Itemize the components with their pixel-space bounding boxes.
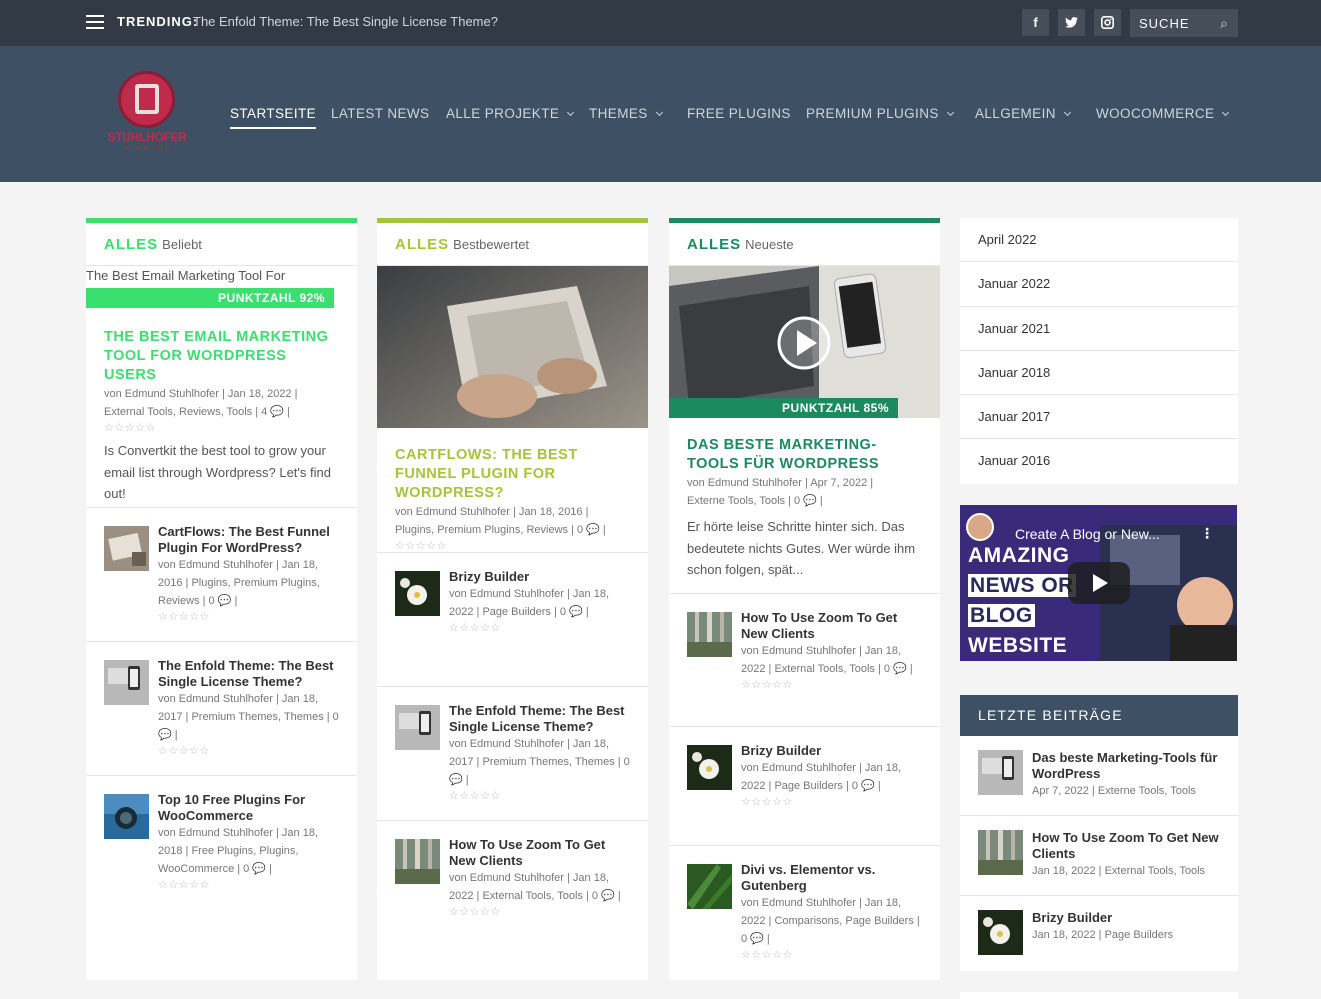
posts-column-top-rated: ALLES Bestbewertet CARTFLOWS: THE BEST FU… [377,218,648,980]
list-item[interactable]: Das beste Marketing-Tools für WordPress A… [960,736,1238,816]
twitter-icon[interactable] [1058,9,1085,36]
site-logo[interactable]: STUHLHOFER WEBDESIGN [100,71,194,157]
post-thumbnail[interactable] [104,794,149,839]
post-meta: Externe Tools, Tools | 0 💬 | [687,495,823,507]
archive-link[interactable]: Januar 2017 [960,395,1238,440]
post-thumbnail[interactable] [978,750,1023,795]
recent-posts-widget: LETZTE BEITRÄGE Das beste Marketing-Tool… [960,695,1238,971]
archive-link[interactable]: Januar 2016 [960,439,1238,483]
trending-label: TRENDING: [117,14,199,29]
chevron-down-icon [1063,108,1071,117]
list-item[interactable]: Divi vs. Elementor vs. Gutenberg von Edmu… [669,845,940,979]
menu-icon[interactable] [86,15,104,30]
post-meta: von Edmund Stuhlhofer | Jan 18, 2022 | [104,388,298,400]
post-meta: Plugins, Premium Plugins, Reviews | 0 💬 … [395,524,606,536]
nav-free-plugins[interactable]: FREE PLUGINS [687,106,791,121]
post-meta: External Tools, Reviews, Tools | 4 💬 | [104,406,290,418]
trending-link[interactable]: The Enfold Theme: The Best Single Licens… [193,14,498,29]
column-header: ALLES Beliebt [86,223,357,266]
facebook-icon[interactable]: f [1022,9,1049,36]
archive-link[interactable]: Januar 2022 [960,262,1238,307]
search-icon[interactable]: ⌕ [1220,15,1229,32]
list-item[interactable]: Top 10 Free Plugins For WooCommerce von E… [86,775,357,909]
score-badge: PUNKTZAHL 85% [669,398,898,418]
instagram-icon[interactable] [1094,9,1121,36]
score-badge: PUNKTZAHL 92% [86,288,334,308]
chevron-down-icon [1222,108,1230,117]
featured-post-title[interactable]: CARTFLOWS: THE BEST FUNNEL PLUGIN FOR WO… [395,446,630,503]
list-item[interactable]: Brizy Builder von Edmund Stuhlhofer | Jan… [377,552,648,686]
list-item[interactable]: CartFlows: The Best Funnel Plugin For Wo… [86,507,357,641]
featured-post-title[interactable]: THE BEST EMAIL MARKETING TOOL FOR WORDPR… [104,328,339,385]
post-meta: von Edmund Stuhlhofer | Apr 7, 2022 | [687,477,874,489]
nav-allgemein[interactable]: ALLGEMEIN [975,106,1071,121]
post-thumbnail[interactable] [978,830,1023,875]
post-meta: von Edmund Stuhlhofer | Jan 18, 2016 | [395,506,589,518]
archive-link[interactable]: Januar 2021 [960,307,1238,351]
post-thumbnail[interactable] [687,745,732,790]
post-excerpt: Er hörte leise Schritte hinter sich. Das… [687,519,916,577]
archive-link[interactable]: Januar 2018 [960,351,1238,396]
more-icon[interactable]: ⋮ [1200,525,1214,542]
list-item[interactable]: Brizy Builder Jan 18, 2022 | Page Builder… [960,896,1238,976]
nav-alle-projekte[interactable]: ALLE PROJEKTE [446,106,575,121]
rating-stars: ☆☆☆☆☆ [395,540,447,552]
chevron-down-icon [655,108,663,117]
list-item[interactable]: How To Use Zoom To Get New Clients von Ed… [669,593,940,726]
top-bar: TRENDING: The Enfold Theme: The Best Sin… [0,0,1321,46]
nav-themes[interactable]: THEMES [589,106,663,121]
list-item[interactable]: Brizy Builder von Edmund Stuhlhofer | Jan… [669,726,940,845]
site-header: STUHLHOFER WEBDESIGN STARTSEITE LATEST N… [0,46,1321,182]
post-thumbnail[interactable] [395,839,440,884]
video-embed[interactable]: Create A Blog or New... ⋮ AMAZING NEWS O… [960,505,1237,661]
play-icon[interactable] [1068,562,1130,604]
rating-stars: ☆☆☆☆☆ [104,422,156,434]
search-input[interactable]: SUCHE ⌕ [1130,9,1238,37]
nav-startseite[interactable]: STARTSEITE [230,106,317,129]
video-title[interactable]: Create A Blog or New... [1015,526,1160,542]
list-item[interactable]: How To Use Zoom To Get New Clients von Ed… [377,820,648,954]
archives-widget: April 2022 Januar 2022 Januar 2021 Janua… [960,218,1238,484]
post-thumbnail[interactable] [687,864,732,909]
column-header: ALLES Neueste [669,223,940,266]
widget-title: LETZTE BEITRÄGE [960,695,1238,736]
featured-image[interactable]: PUNKTZAHL 85% [669,266,940,418]
post-thumbnail[interactable] [395,705,440,750]
chevron-down-icon [946,108,954,117]
archive-link[interactable]: April 2022 [960,218,1238,263]
nav-premium-plugins[interactable]: PREMIUM PLUGINS [806,106,954,121]
featured-image[interactable] [377,266,648,428]
logo-mark [118,71,175,128]
post-thumbnail[interactable] [978,910,1023,955]
list-item[interactable]: How To Use Zoom To Get New Clients Jan 18… [960,816,1238,896]
column-header: ALLES Bestbewertet [377,223,648,266]
nav-latest-news[interactable]: LATEST NEWS [331,106,429,121]
post-thumbnail[interactable] [104,660,149,705]
post-thumbnail[interactable] [687,612,732,657]
list-item[interactable]: The Enfold Theme: The Best Single Licens… [377,686,648,820]
broken-image: The Best Email Marketing Tool For [86,268,286,283]
featured-post-title[interactable]: DAS BESTE MARKETING-TOOLS FÜR WORDPRESS [687,436,922,474]
widget-edge [960,992,1238,999]
avatar [966,513,994,541]
post-thumbnail[interactable] [395,571,440,616]
post-thumbnail[interactable] [104,526,149,571]
nav-woocommerce[interactable]: WOOCOMMERCE [1096,106,1230,121]
chevron-down-icon [567,108,575,117]
posts-column-newest: ALLES Neueste PUNKTZAHL 85% DAS BESTE MAR… [669,218,940,980]
posts-column-popular: ALLES Beliebt The Best Email Marketing To… [86,218,357,980]
list-item[interactable]: The Enfold Theme: The Best Single Licens… [86,641,357,775]
post-excerpt: Is Convertkit the best tool to grow your… [104,443,331,501]
